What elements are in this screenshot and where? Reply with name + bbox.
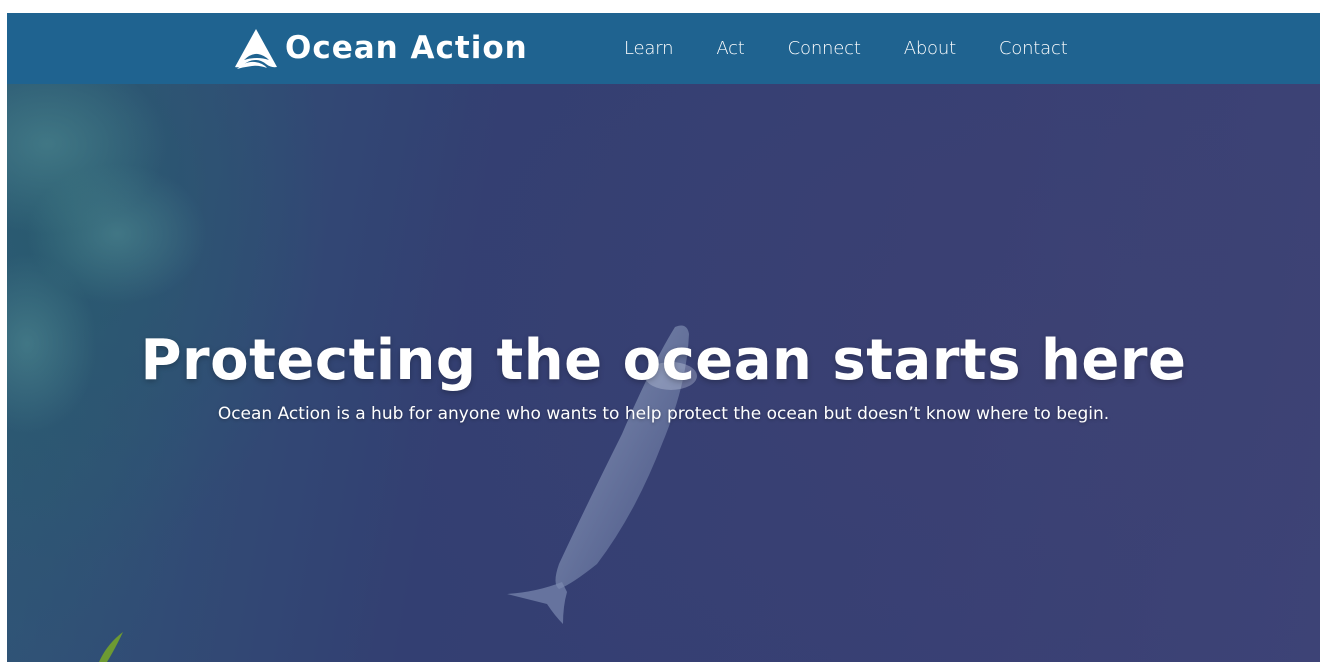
brand-name: Ocean Action [285,30,528,66]
brand-logo-link[interactable]: Ocean Action [231,13,528,84]
page-frame: Ocean Action Learn Act Connect About Con… [7,13,1320,662]
hero-subtitle: Ocean Action is a hub for anyone who wan… [217,404,1110,424]
nav-link-act[interactable]: Act [716,39,745,58]
nav-link-learn[interactable]: Learn [624,39,674,58]
main-nav: Learn Act Connect About Contact [624,13,1068,84]
wave-peak-logo-icon [235,28,277,69]
hero-title: Protecting the ocean starts here [140,328,1187,393]
hero-section: Protecting the ocean starts here Ocean A… [7,84,1320,662]
nav-link-contact[interactable]: Contact [999,39,1068,58]
hero-content: Protecting the ocean starts here Ocean A… [7,329,1320,425]
nav-link-about[interactable]: About [904,39,956,58]
nav-link-connect[interactable]: Connect [788,39,861,58]
site-header: Ocean Action Learn Act Connect About Con… [7,13,1320,84]
